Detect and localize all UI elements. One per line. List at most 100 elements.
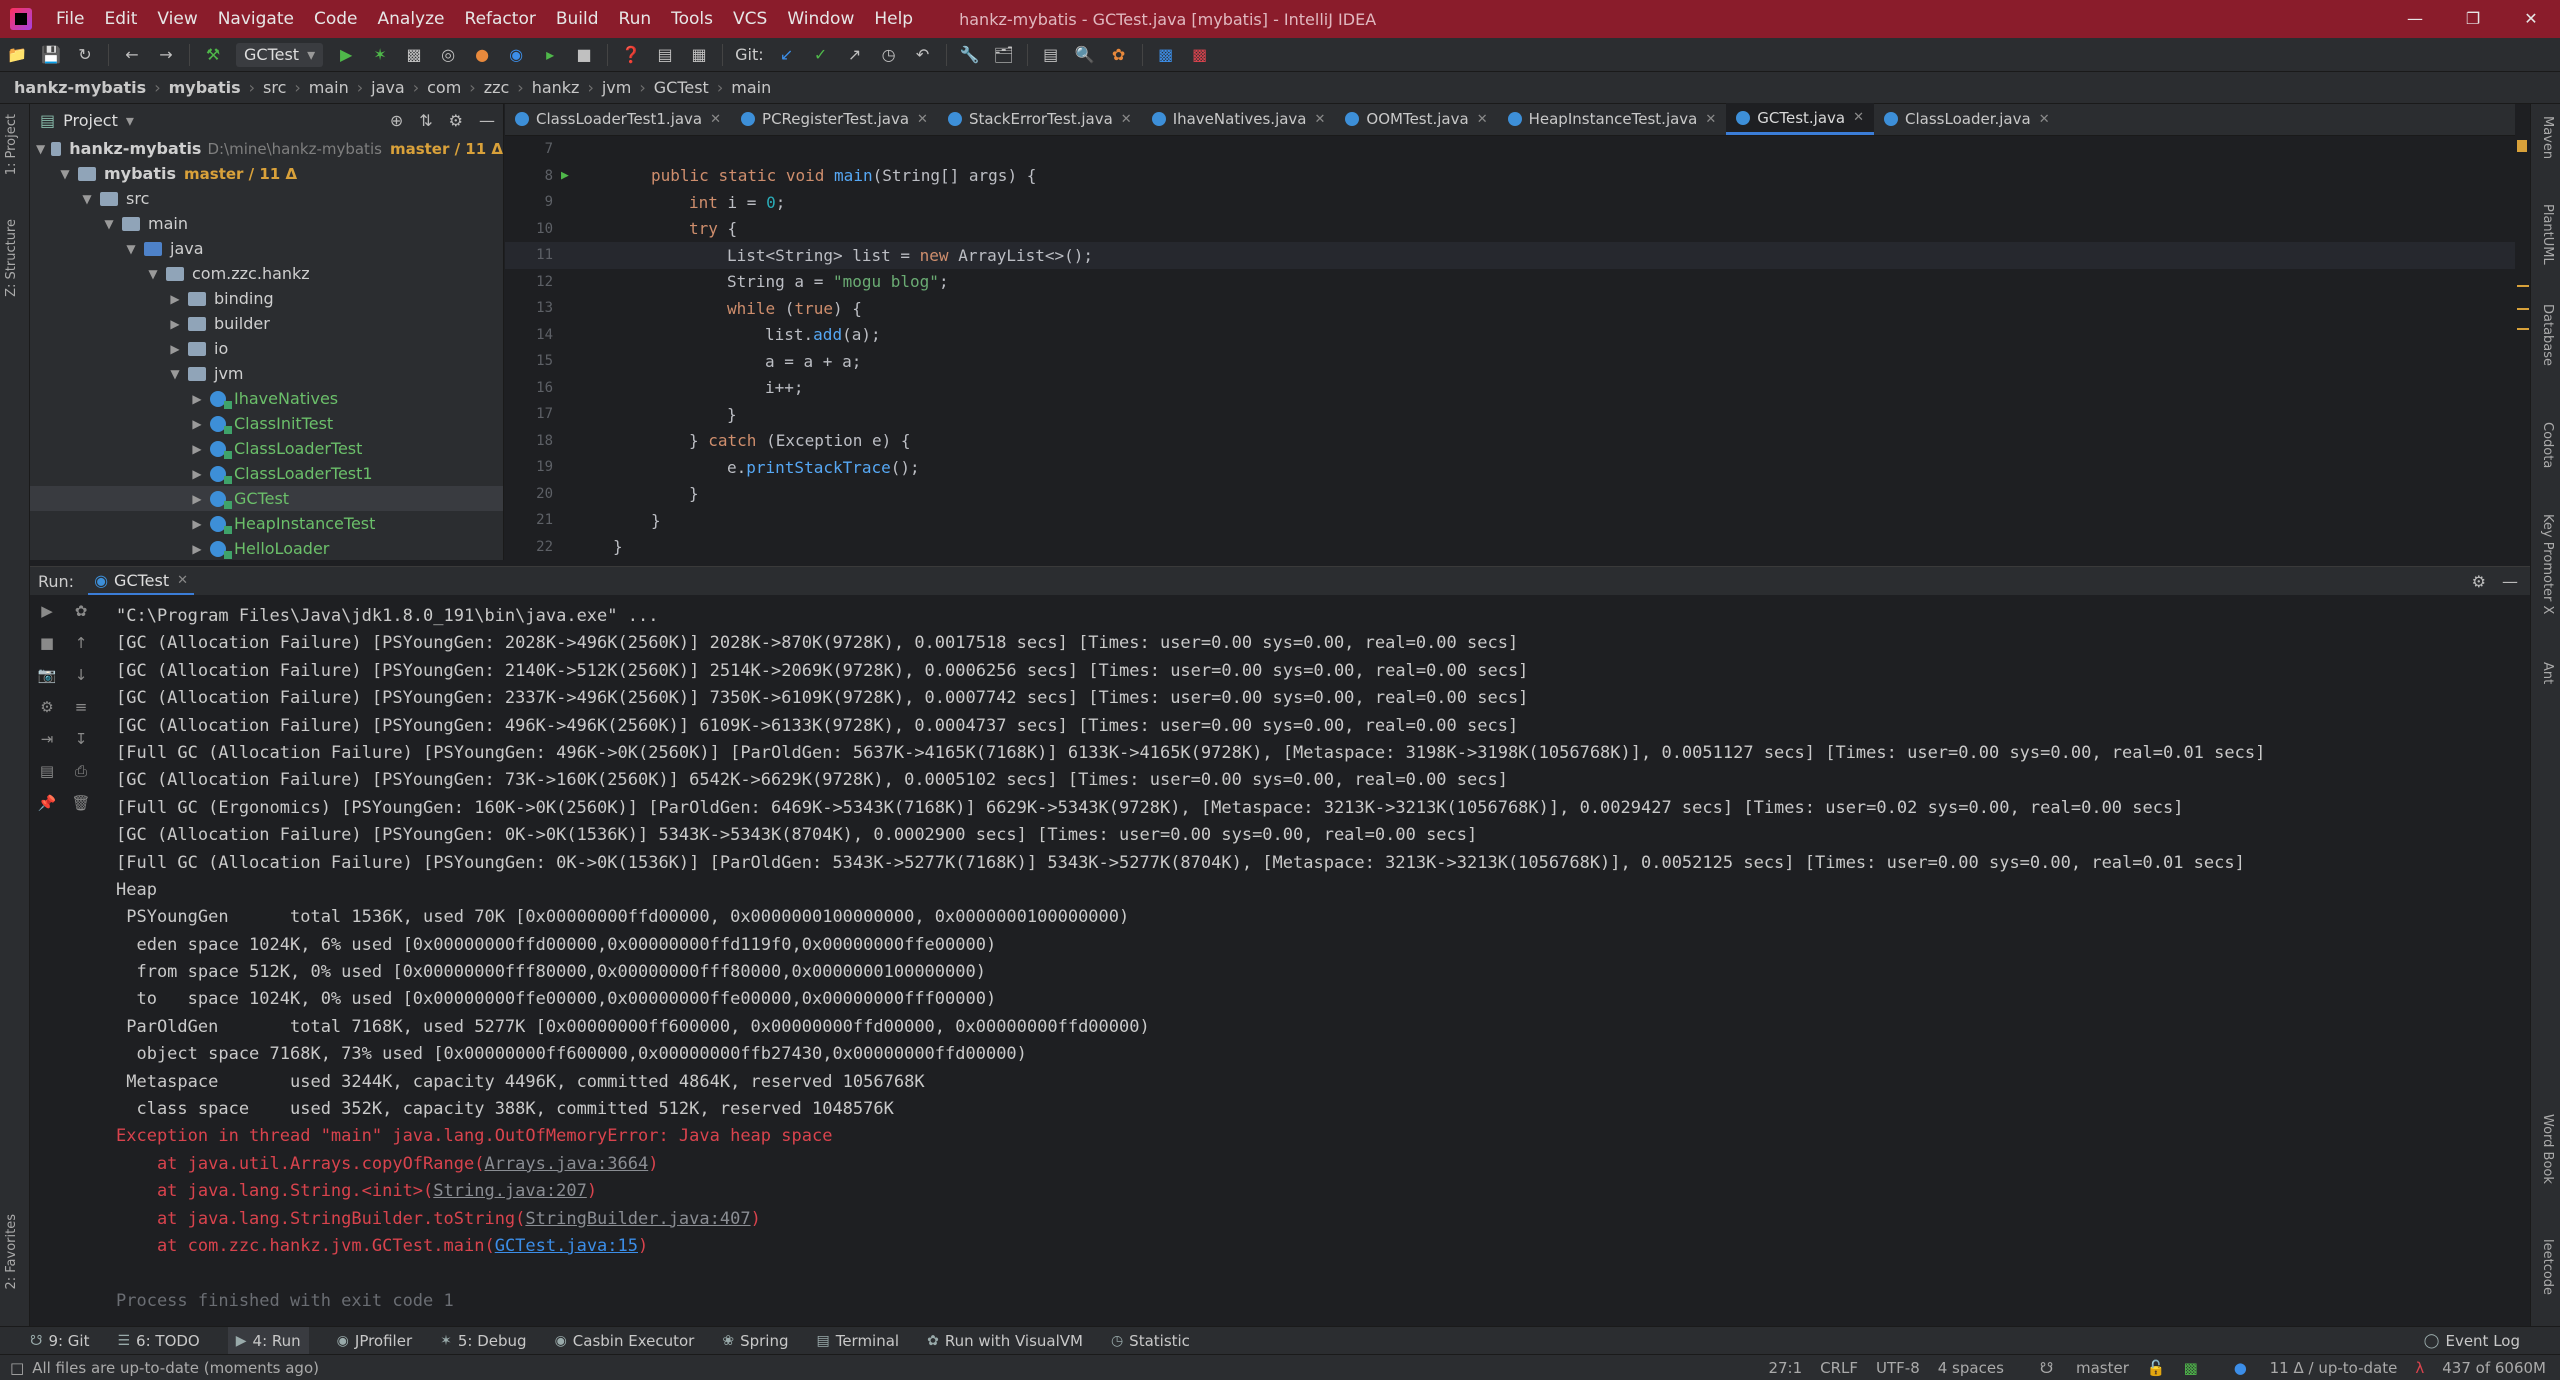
code-line[interactable]: 11 List<String> list = new ArrayList<>();	[505, 242, 2515, 269]
collapsed-arrow-icon[interactable]: ▶	[190, 417, 204, 431]
editor-tab[interactable]: StackErrorTest.java ✕	[938, 103, 1142, 135]
run-tool-icon[interactable]: ▸	[539, 44, 561, 66]
line-number[interactable]: 17	[505, 406, 553, 422]
hide-icon[interactable]: —	[479, 111, 495, 130]
jprofiler-icon[interactable]: ●	[471, 44, 493, 66]
code-line[interactable]: 10 try {	[505, 216, 2515, 243]
debug-icon[interactable]: ✶	[369, 44, 391, 66]
expanded-arrow-icon[interactable]: ▼	[80, 192, 94, 206]
line-number[interactable]: 8	[505, 168, 553, 184]
close-icon[interactable]: ✕	[1315, 112, 1326, 127]
close-icon[interactable]: ✕	[2039, 112, 2050, 127]
breadcrumb-item[interactable]: GCTest	[654, 78, 709, 97]
collapsed-arrow-icon[interactable]: ▶	[190, 467, 204, 481]
breadcrumb-item[interactable]: java	[371, 78, 405, 97]
line-separator[interactable]: CRLF	[1820, 1359, 1858, 1377]
settings-wrench-icon[interactable]: 🔧	[959, 44, 981, 66]
close-icon[interactable]: ✕	[917, 112, 928, 127]
tab-maven[interactable]: Maven	[2540, 116, 2555, 159]
pin-icon[interactable]: 📌	[30, 787, 64, 819]
yiyan-icon[interactable]: λ	[2415, 1359, 2424, 1377]
expanded-arrow-icon[interactable]: ▼	[58, 167, 72, 181]
tab-structure-tool[interactable]: Z: Structure	[4, 219, 19, 297]
git-commit-icon[interactable]: ✓	[810, 44, 832, 66]
line-number[interactable]: 19	[505, 459, 553, 475]
tab-favorites-tool[interactable]: 2: Favorites	[4, 1214, 19, 1290]
code-line[interactable]: 20}	[505, 481, 2515, 508]
file-encoding[interactable]: UTF-8	[1876, 1359, 1920, 1377]
editor-tab[interactable]: HeapInstanceTest.java ✕	[1498, 103, 1727, 135]
menu-refactor[interactable]: Refactor	[455, 0, 546, 38]
back-icon[interactable]: ←	[121, 44, 143, 66]
indent-setting[interactable]: 4 spaces	[1938, 1359, 2004, 1377]
tool-tab-statistic[interactable]: ◷ Statistic	[1111, 1332, 1190, 1350]
collapsed-arrow-icon[interactable]: ▶	[190, 542, 204, 556]
menu-view[interactable]: View	[147, 0, 207, 38]
sync-icon[interactable]: ↻	[74, 44, 96, 66]
tool-tab-git[interactable]: ☋ 9: Git	[30, 1332, 89, 1350]
tree-item[interactable]: ▶ binding	[30, 286, 503, 311]
line-number[interactable]: 15	[505, 353, 553, 369]
close-icon[interactable]: ✕	[177, 573, 188, 588]
git-history-icon[interactable]: ◷	[878, 44, 900, 66]
tab-key-promoter[interactable]: Key Promoter X	[2540, 514, 2555, 614]
menu-analyze[interactable]: Analyze	[368, 0, 455, 38]
menu-edit[interactable]: Edit	[94, 0, 147, 38]
translate-icon[interactable]: ▩	[1155, 44, 1177, 66]
run-config-select[interactable]: GCTest ▾	[236, 42, 324, 67]
visualvm-icon[interactable]: ◉	[505, 44, 527, 66]
code-line[interactable]: 18} catch (Exception e) {	[505, 428, 2515, 455]
breadcrumb-item[interactable]: com	[427, 78, 461, 97]
tree-item[interactable]: ▶ ClassLoaderTest	[30, 436, 503, 461]
breadcrumb-item[interactable]: main	[731, 78, 771, 97]
modify-run-icon[interactable]: ✿	[64, 595, 98, 627]
code-line[interactable]: 13 while (true) {	[505, 295, 2515, 322]
collapsed-arrow-icon[interactable]: ▶	[190, 492, 204, 506]
line-number[interactable]: 14	[505, 327, 553, 343]
forward-icon[interactable]: →	[155, 44, 177, 66]
collapsed-arrow-icon[interactable]: ▶	[190, 517, 204, 531]
collapsed-arrow-icon[interactable]: ▶	[190, 392, 204, 406]
expanded-arrow-icon[interactable]: ▼	[124, 242, 138, 256]
close-icon[interactable]: ✕	[1121, 112, 1132, 127]
tree-item[interactable]: ▼ jvm	[30, 361, 503, 386]
warning-marker[interactable]	[2517, 140, 2527, 152]
menu-tools[interactable]: Tools	[661, 0, 723, 38]
line-number[interactable]: 21	[505, 512, 553, 528]
stop-icon[interactable]: ■	[573, 44, 595, 66]
menu-build[interactable]: Build	[546, 0, 609, 38]
layout-icon[interactable]: ▦	[688, 44, 710, 66]
breadcrumb-item[interactable]: hankz-mybatis	[14, 78, 146, 97]
camera-icon[interactable]: 📷	[30, 659, 64, 691]
tab-codota[interactable]: Codota	[2540, 422, 2555, 468]
tab-ant[interactable]: Ant	[2540, 662, 2555, 684]
close-window-button[interactable]: ✕	[2502, 0, 2560, 38]
save-all-icon[interactable]: 💾	[40, 44, 62, 66]
collapse-icon[interactable]: ⇅	[419, 111, 432, 130]
tool-tab-jprofiler[interactable]: ◉ JProfiler	[337, 1332, 412, 1350]
collapsed-arrow-icon[interactable]: ▶	[168, 292, 182, 306]
line-number[interactable]: 9	[505, 194, 553, 210]
vcs-status[interactable]: ● 11 Δ / up-to-date	[2216, 1359, 2398, 1377]
structure-icon[interactable]: ▤	[654, 44, 676, 66]
line-number[interactable]: 7	[505, 141, 553, 157]
collapsed-arrow-icon[interactable]: ▶	[190, 442, 204, 456]
tool-tab-spring[interactable]: ❀ Spring	[722, 1332, 788, 1350]
code-area[interactable]: 7 8 ▶ public static void main(String[] args…	[505, 136, 2515, 560]
tool-tab-casbin[interactable]: ◉ Casbin Executor	[555, 1332, 695, 1350]
expanded-arrow-icon[interactable]: ▼	[36, 142, 45, 156]
tree-item[interactable]: ▶ IhaveNatives	[30, 386, 503, 411]
line-number[interactable]: 20	[505, 486, 553, 502]
line-number[interactable]: 22	[505, 539, 553, 555]
caret-position[interactable]: 27:1	[1768, 1359, 1802, 1377]
code-line[interactable]: 22}	[505, 534, 2515, 561]
gear-icon[interactable]: ⚙	[449, 111, 463, 130]
plugin-icon[interactable]: ✿	[1108, 44, 1130, 66]
code-line[interactable]: 7	[505, 136, 2515, 163]
tab-project-tool[interactable]: 1: Project	[4, 114, 19, 175]
menu-help[interactable]: Help	[864, 0, 923, 38]
coverage-icon[interactable]: ▩	[403, 44, 425, 66]
git-rollback-icon[interactable]: ↶	[912, 44, 934, 66]
collapsed-arrow-icon[interactable]: ▶	[168, 342, 182, 356]
print-icon[interactable]: ⎙	[64, 755, 98, 787]
